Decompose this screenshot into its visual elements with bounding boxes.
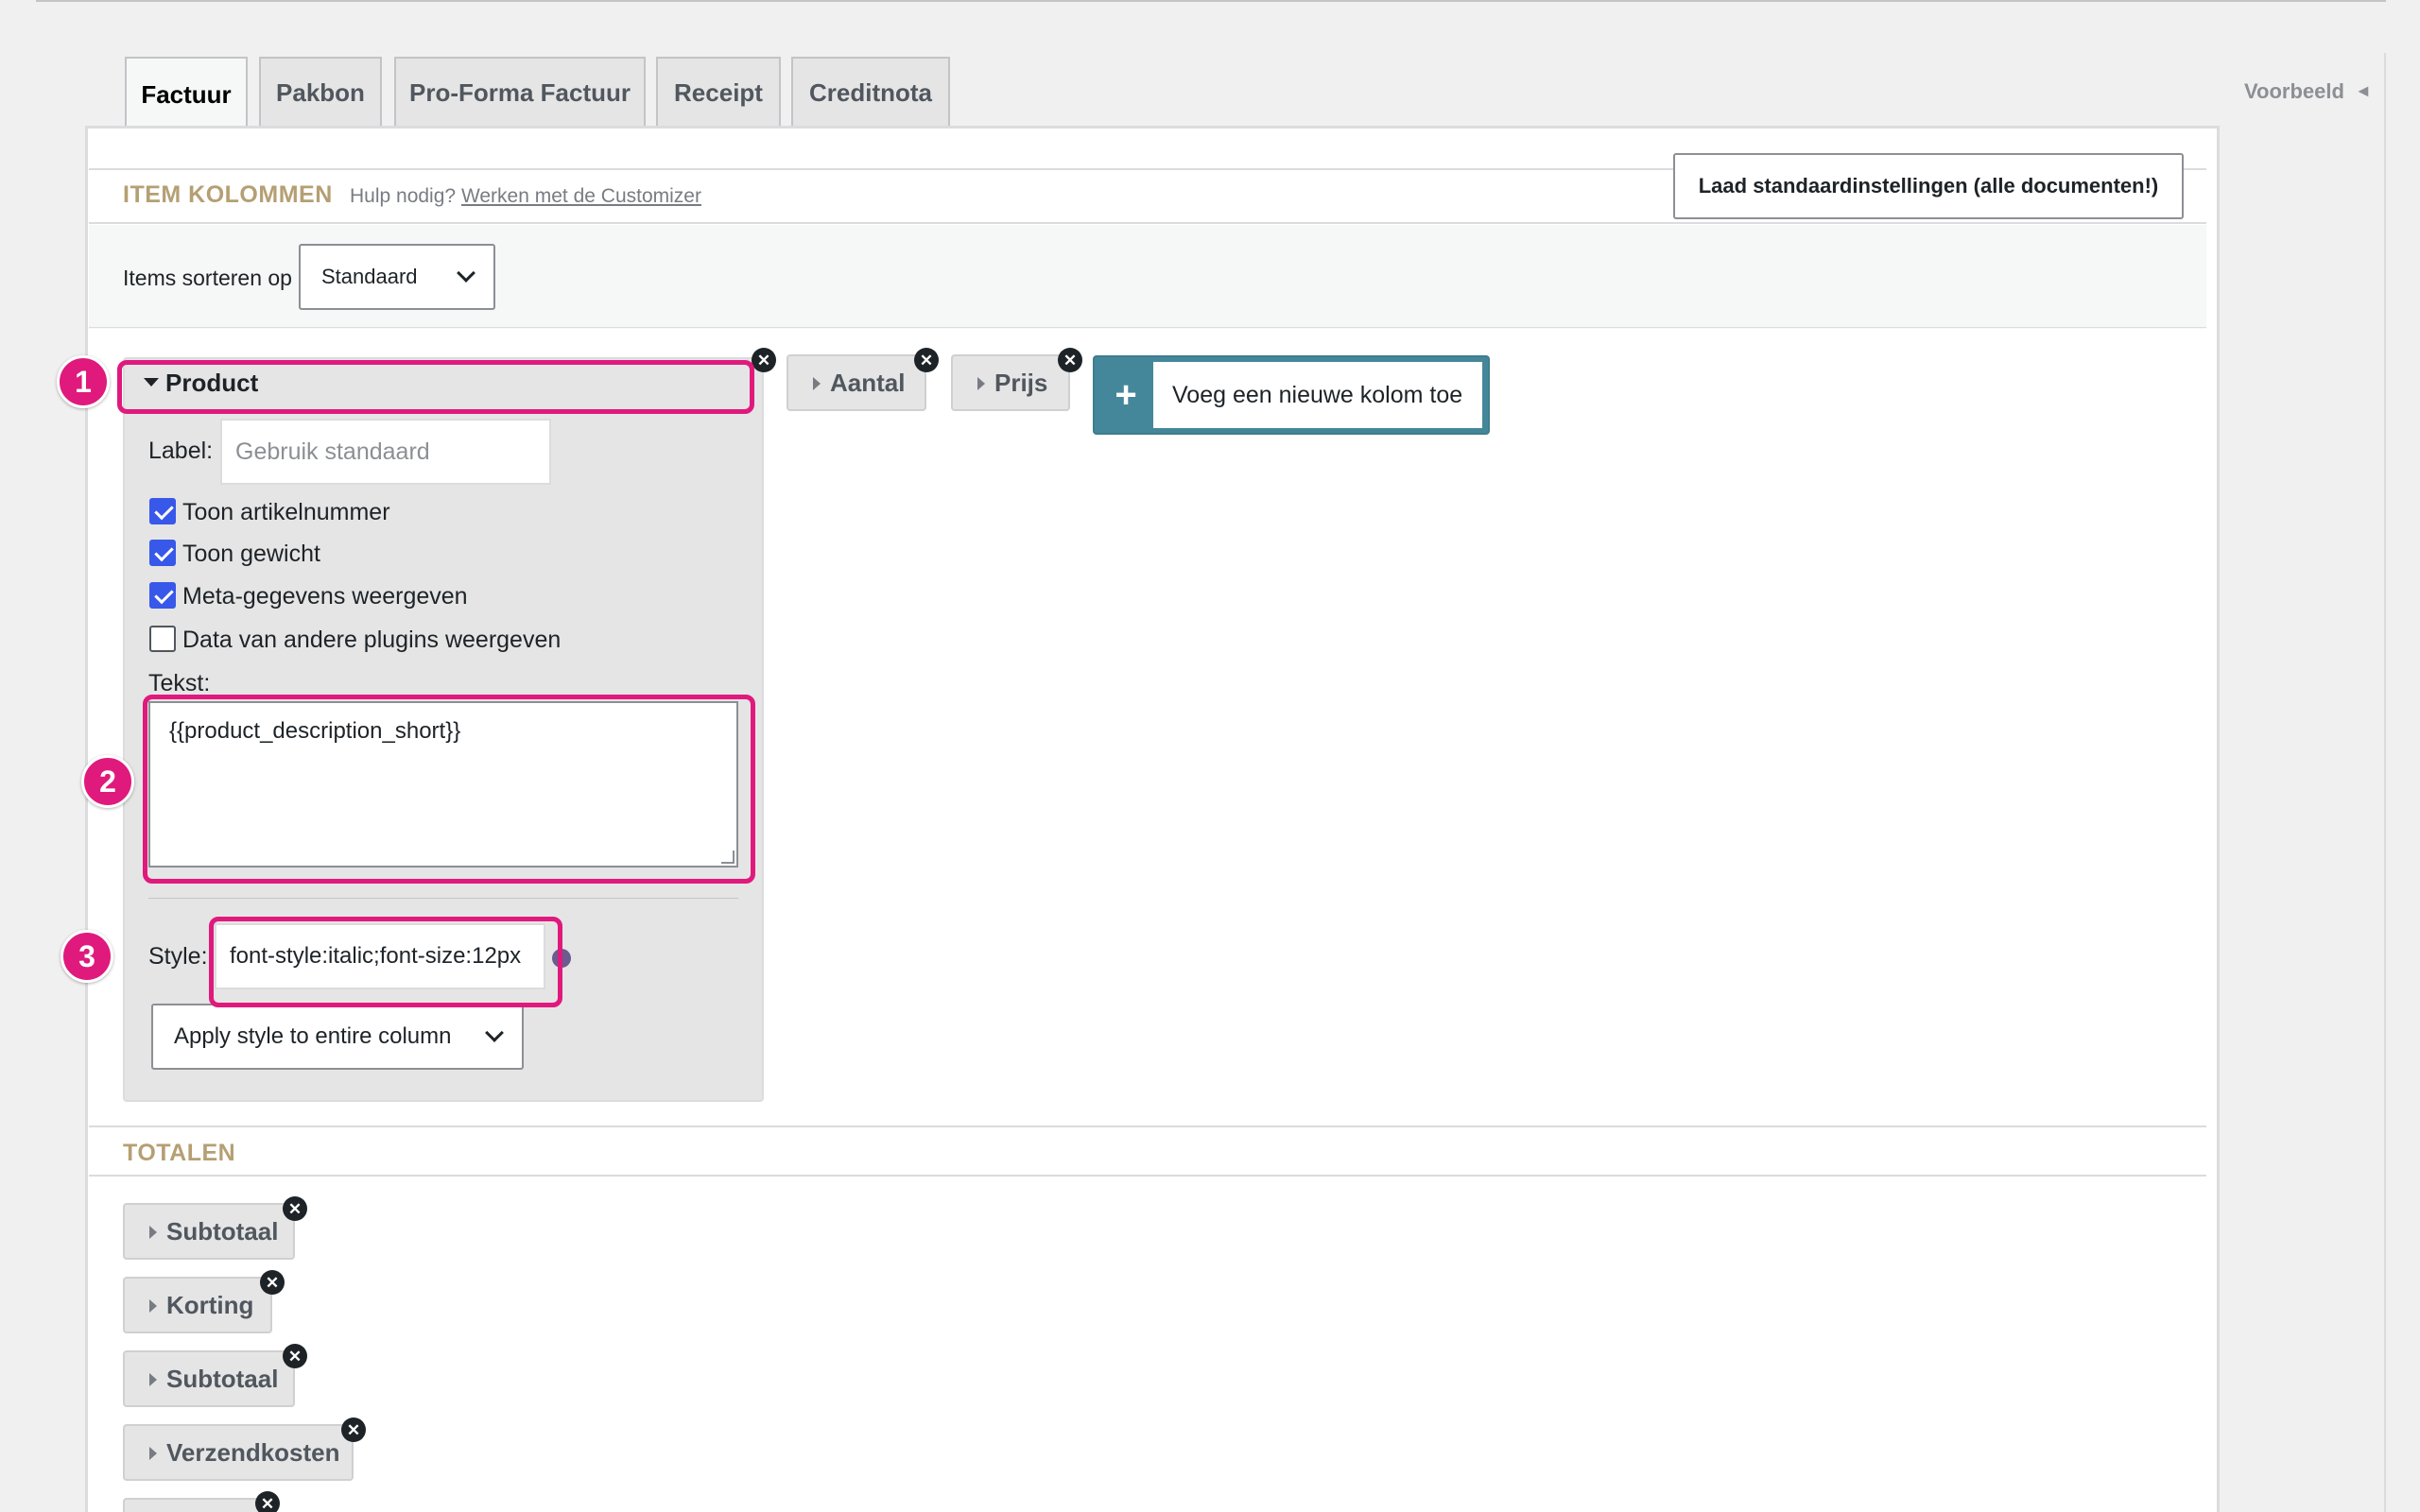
label-field-label: Label: bbox=[148, 438, 214, 464]
preview-toggle[interactable]: Voorbeeld bbox=[2244, 79, 2344, 104]
column-aantal[interactable]: Aantal bbox=[786, 354, 926, 411]
remove-total-icon[interactable]: ✕ bbox=[255, 1491, 280, 1512]
total-item-label: Korting bbox=[166, 1290, 254, 1319]
text-field-label: Tekst: bbox=[148, 670, 211, 696]
help-text: Hulp nodig? Werken met de Customizer bbox=[350, 185, 701, 207]
checkbox-plugin-data-label: Data van andere plugins weergeven bbox=[182, 627, 562, 653]
tab-pakbon[interactable]: Pakbon bbox=[259, 57, 382, 128]
sort-select-value: Standaard bbox=[321, 265, 418, 288]
tab-pro-forma-factuur[interactable]: Pro-Forma Factuur bbox=[394, 57, 646, 128]
collapse-arrow-icon[interactable]: ◄ bbox=[2355, 81, 2372, 101]
total-item[interactable] bbox=[123, 1498, 265, 1512]
totals-title: TOTALEN bbox=[123, 1140, 236, 1166]
remove-total-icon[interactable]: ✕ bbox=[283, 1344, 307, 1368]
caret-right-icon bbox=[149, 1373, 157, 1386]
item-columns-title: ITEM KOLOMMEN bbox=[123, 181, 333, 208]
remove-total-icon[interactable]: ✕ bbox=[341, 1418, 366, 1442]
checkbox-plugin-data[interactable] bbox=[149, 626, 176, 652]
caret-right-icon bbox=[149, 1447, 157, 1460]
reset-defaults-button[interactable]: Laad standaardinstellingen (alle documen… bbox=[1673, 153, 2184, 219]
column-prijs-label: Prijs bbox=[994, 368, 1048, 397]
highlight-text-field bbox=[143, 695, 755, 884]
section-divider bbox=[89, 222, 2206, 224]
section-divider bbox=[89, 1175, 2206, 1177]
caret-right-icon bbox=[813, 377, 821, 390]
column-prijs[interactable]: Prijs bbox=[951, 354, 1070, 411]
caret-right-icon bbox=[149, 1226, 157, 1239]
caret-right-icon bbox=[977, 377, 985, 390]
highlight-product-header bbox=[117, 360, 754, 414]
section-divider bbox=[89, 1125, 2206, 1127]
checkbox-sku-label: Toon artikelnummer bbox=[182, 499, 390, 525]
total-item[interactable]: Subtotaal bbox=[123, 1350, 295, 1407]
annotation-badge-3: 3 bbox=[60, 930, 113, 983]
column-aantal-label: Aantal bbox=[830, 368, 906, 397]
remove-column-icon[interactable]: ✕ bbox=[1058, 348, 1082, 372]
remove-column-icon[interactable]: ✕ bbox=[914, 348, 939, 372]
tab-receipt[interactable]: Receipt bbox=[656, 57, 781, 128]
customizer-help-link[interactable]: Werken met de Customizer bbox=[461, 185, 701, 207]
section-divider bbox=[89, 327, 2206, 328]
annotation-badge-1: 1 bbox=[57, 355, 110, 408]
checkbox-meta-label: Meta-gegevens weergeven bbox=[182, 583, 468, 610]
checkbox-weight-label: Toon gewicht bbox=[182, 541, 320, 567]
total-item-label: Verzendkosten bbox=[166, 1437, 340, 1467]
apply-style-select[interactable]: Apply style to entire column bbox=[151, 1004, 524, 1070]
total-item[interactable]: Korting bbox=[123, 1277, 272, 1333]
highlight-style-field bbox=[209, 917, 562, 1007]
checkbox-weight[interactable] bbox=[149, 540, 176, 566]
checkbox-meta[interactable] bbox=[149, 582, 176, 609]
chevron-down-icon bbox=[485, 1023, 504, 1042]
field-divider bbox=[148, 898, 738, 899]
chevron-down-icon bbox=[457, 264, 475, 283]
sort-label: Items sorteren op bbox=[123, 266, 292, 290]
remove-column-icon[interactable]: ✕ bbox=[752, 348, 776, 372]
sort-select[interactable]: Standaard bbox=[299, 244, 495, 310]
plus-icon[interactable]: + bbox=[1097, 359, 1155, 431]
total-item-label: Subtotaal bbox=[166, 1216, 279, 1246]
caret-right-icon bbox=[149, 1299, 157, 1313]
total-item-label: Subtotaal bbox=[166, 1364, 279, 1393]
total-item[interactable]: Subtotaal bbox=[123, 1203, 295, 1260]
total-item[interactable]: Verzendkosten bbox=[123, 1424, 354, 1481]
label-input[interactable]: Gebruik standaard bbox=[220, 419, 551, 485]
tab-creditnota[interactable]: Creditnota bbox=[791, 57, 950, 128]
annotation-badge-2: 2 bbox=[81, 755, 134, 808]
tab-factuur[interactable]: Factuur bbox=[125, 57, 248, 130]
style-field-label: Style: bbox=[148, 943, 208, 970]
preview-divider bbox=[2384, 53, 2386, 1512]
add-column-input[interactable]: Voeg een nieuwe kolom toe bbox=[1153, 362, 1482, 428]
top-divider bbox=[36, 0, 2386, 2]
remove-total-icon[interactable]: ✕ bbox=[260, 1270, 285, 1295]
checkbox-sku[interactable] bbox=[149, 498, 176, 524]
apply-style-select-value: Apply style to entire column bbox=[174, 1023, 452, 1049]
remove-total-icon[interactable]: ✕ bbox=[283, 1196, 307, 1221]
